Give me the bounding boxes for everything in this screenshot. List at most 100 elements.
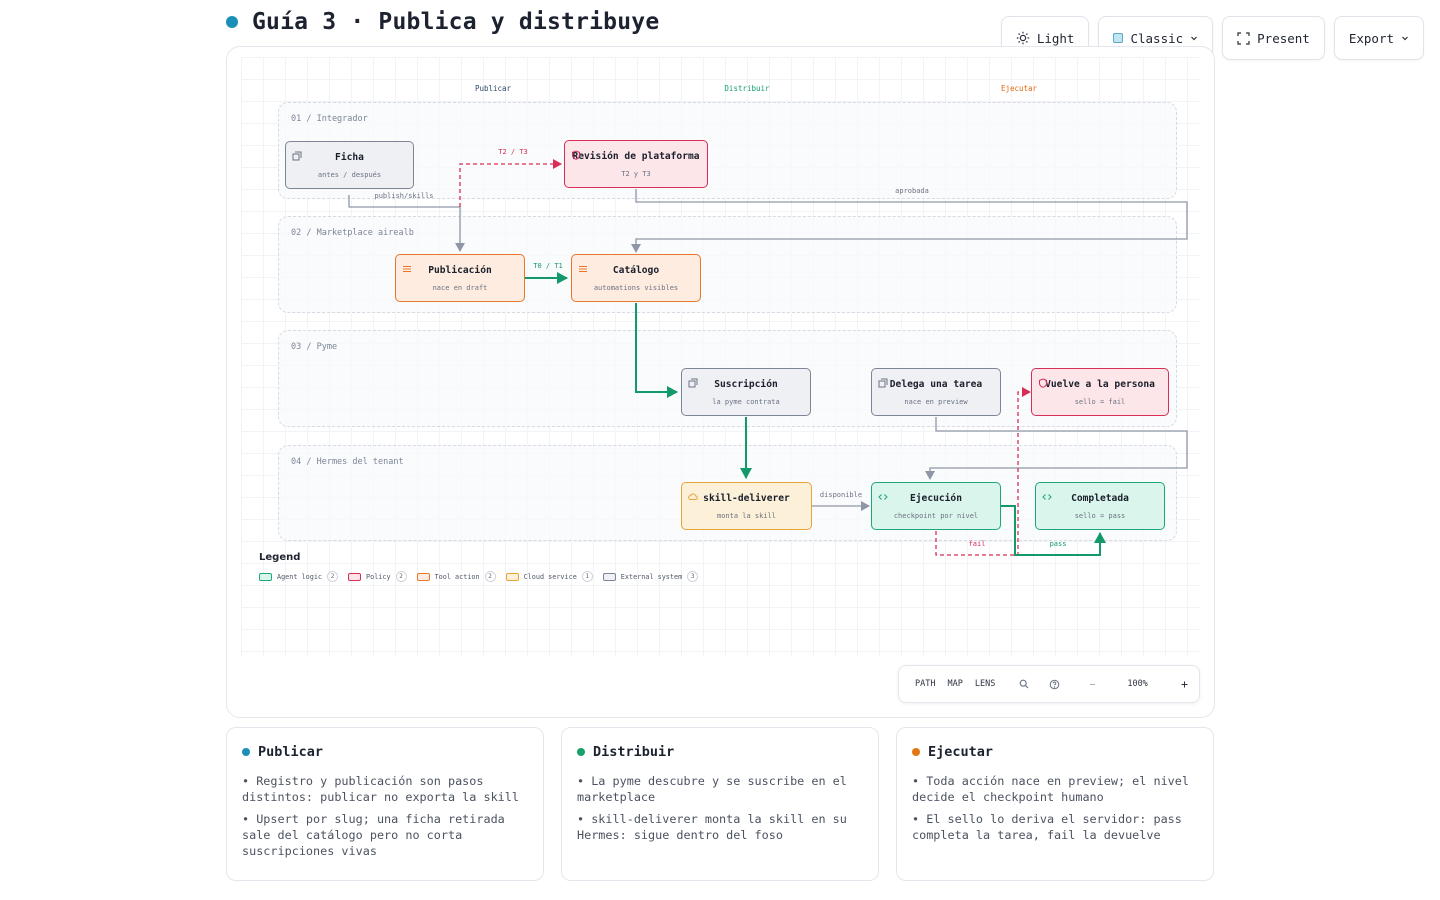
sun-icon [1016,31,1030,45]
shield-icon [571,145,581,160]
card-list-item: • skill-deliverer monta la skill en su H… [577,812,847,842]
legend: Legend Agent logic 2 Policy 2 Tool action 2 Cl… [259,552,699,582]
node-vuelve-persona[interactable]: Vuelve a la persona sello = fail [1031,368,1169,416]
node-delega-tarea[interactable]: Delega una tarea nace en preview [871,368,1001,416]
export-button[interactable]: Export [1333,16,1424,60]
legend-label: External system [620,572,683,581]
node-title: Revisión de plataforma [572,150,700,162]
legend-swatch [348,572,362,581]
node-skill-deliverer[interactable]: skill-deliverer monta la skill [681,482,812,530]
zoom-in-button[interactable] [1174,680,1195,689]
card-header: Distribuir [577,744,863,760]
info-card-distribuir: Distribuir • La pyme descubre y se suscri… [561,727,879,881]
style-swatch [1113,33,1124,43]
list-icon [402,259,412,272]
node-subtitle: nace en draft [432,283,488,292]
present-button[interactable]: Present [1222,16,1325,60]
chevron-down-icon [1401,34,1409,42]
map-button[interactable]: MAP [941,679,968,689]
legend-count: 2 [484,571,496,582]
legend-swatch [602,572,616,581]
legend-swatch [505,572,519,581]
card-list-item: • Upsert por slug; una ficha retirada sa… [242,812,505,858]
card-header: Publicar [242,744,528,760]
edge-label-pass: pass [1049,540,1067,548]
legend-count: 1 [581,571,593,582]
node-suscripcion[interactable]: Suscripción la pyme contrata [681,368,811,416]
legend-count: 3 [687,571,699,582]
present-label: Present [1257,30,1310,46]
node-publicacion[interactable]: Publicación nace en draft [395,254,525,302]
legend-item: Tool action 2 [416,571,496,582]
code-icon [1042,487,1052,500]
title-dot [226,16,238,28]
legend-label: Agent logic [277,572,323,581]
zoom-out-button[interactable] [1082,680,1103,689]
edge-label-t0-t1: T0 / T1 [533,262,563,270]
list-icon [578,259,588,272]
legend-item: Policy 2 [348,571,407,582]
node-ficha[interactable]: Ficha antes / después [285,141,414,189]
view-controls: PATH MAP LENS 100% [898,665,1200,703]
card-title: Distribuir [593,744,675,760]
edge-catalogo-suscripcion [635,303,678,398]
card-title: Ejecutar [928,744,994,760]
legend-label: Policy [366,572,391,581]
node-revision-plataforma[interactable]: Revisión de plataforma T2 y T3 [564,140,708,188]
legend-item: Agent logic 2 [259,571,339,582]
node-title: Ejecución [910,492,962,504]
card-dot [577,748,585,756]
legend-label: Tool action [434,572,480,581]
theme-label: Light [1036,30,1075,46]
node-subtitle: nace en preview [904,397,968,406]
edge-label-aprobada: aprobada [895,187,929,195]
legend-label: Cloud service [523,572,577,581]
legend-swatch [259,572,272,581]
card-list: • Registro y publicación son pasos disti… [242,773,528,859]
card-dot [242,748,250,756]
node-title: Delega una tarea [889,378,983,390]
node-catalogo[interactable]: Catálogo automations visibles [571,254,701,302]
node-completada[interactable]: Completada sello = pass [1035,482,1165,530]
card-dot [912,748,920,756]
info-card-publicar: Publicar • Registro y publicación son pas… [226,727,544,881]
node-title: Catálogo [612,264,660,276]
export-label: Export [1348,30,1394,46]
diagram-canvas[interactable]: Publicar Distribuir Ejecutar 01 / Integr… [226,46,1215,718]
help-icon[interactable] [1043,679,1066,690]
edge-label-fail: fail [968,540,986,548]
search-icon[interactable] [1013,679,1035,689]
style-label: Classic [1130,30,1184,46]
path-button[interactable]: PATH [909,679,941,689]
chevron-down-icon [1190,34,1198,42]
card-list-item: • El sello lo deriva el servidor: pass c… [912,812,1182,842]
edge-label-t2-t3: T2 / T3 [498,148,528,156]
card-list-item: • Toda acción nace en preview; el nivel … [912,774,1189,804]
info-cards: Publicar • Registro y publicación son pas… [226,727,1214,881]
card-list: • Toda acción nace en preview; el nivel … [912,773,1198,843]
window-icon [688,373,698,388]
node-title: Suscripción [714,378,778,390]
edge-label-publish-skills: publish/skills [374,192,434,200]
fullscreen-icon [1237,31,1250,45]
window-icon [292,146,302,161]
node-ejecucion[interactable]: Ejecución checkpoint por nivel [871,482,1001,530]
node-title: Publicación [428,264,492,276]
page-title-text: Guía 3 · Publica y distribuye [252,9,660,35]
node-subtitle: sello = fail [1074,397,1126,406]
legend-count: 2 [327,571,339,582]
node-title: skill-deliverer [703,492,790,504]
legend-count: 2 [395,571,407,582]
node-title: Vuelve a la persona [1045,378,1155,390]
edge-ficha-publicacion [348,195,465,252]
edge-revision-catalogo [631,189,1188,253]
node-subtitle: monta la skill [716,511,776,520]
card-title: Publicar [258,744,324,760]
code-icon [878,487,888,500]
shield-icon [1038,373,1048,388]
cloud-icon [688,487,698,500]
lens-button[interactable]: LENS [969,679,1001,689]
zoom-level: 100% [1127,679,1148,689]
legend-item: Cloud service 1 [505,571,593,582]
node-subtitle: la pyme contrata [712,397,780,406]
